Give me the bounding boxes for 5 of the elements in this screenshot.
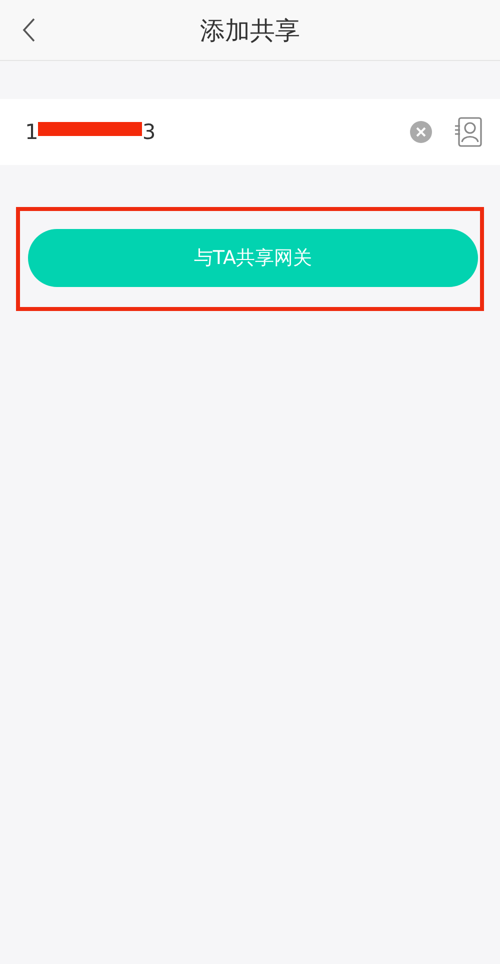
- clear-icon[interactable]: [410, 121, 432, 143]
- contact-book-icon[interactable]: [454, 117, 482, 147]
- back-icon[interactable]: [22, 17, 36, 43]
- page-title: 添加共享: [200, 14, 300, 46]
- phone-input-field[interactable]: 1 3: [0, 99, 500, 165]
